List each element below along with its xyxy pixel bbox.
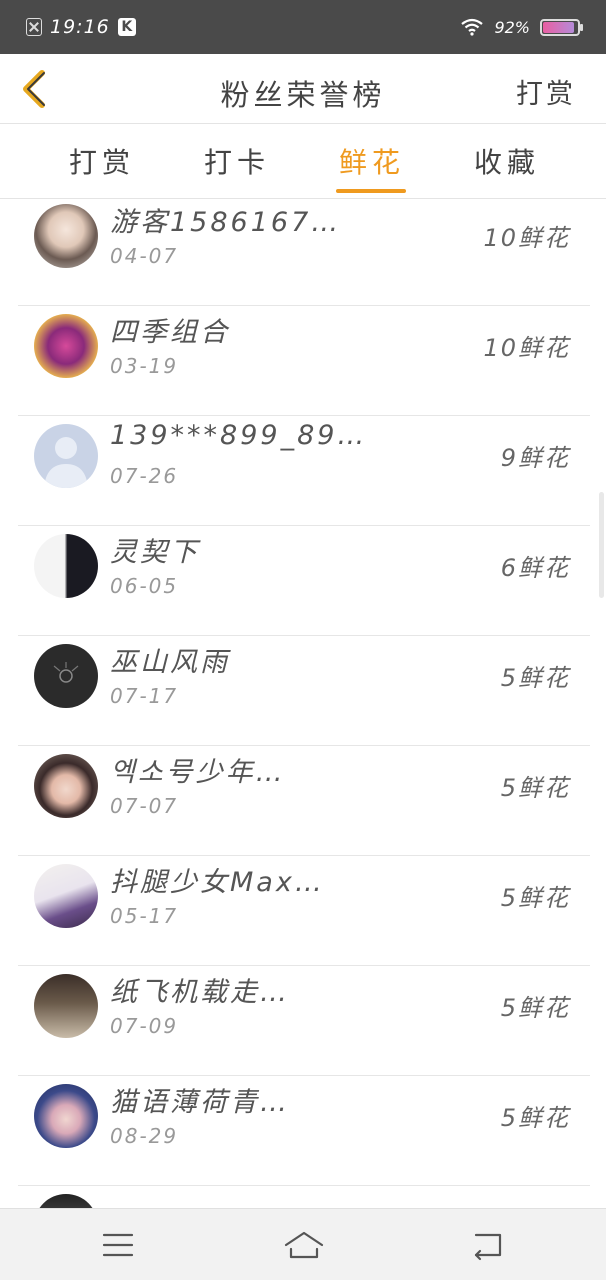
list-item[interactable]: 灵契下 06-05 6鲜花 xyxy=(18,526,590,636)
list-item[interactable]: 猫语薄荷青… 08-29 5鲜花 xyxy=(18,1076,590,1186)
tab-flowers[interactable]: 鲜花 xyxy=(322,141,422,181)
flower-count: 5鲜花 xyxy=(500,994,570,1022)
list-item[interactable]: 엑소号少年… 07-07 5鲜花 xyxy=(18,746,590,856)
flower-count: 5鲜花 xyxy=(500,1104,570,1132)
tab-checkin[interactable]: 打卡 xyxy=(187,141,287,181)
bulb-logo-icon xyxy=(53,662,79,683)
active-tab-indicator xyxy=(336,189,406,193)
avatar xyxy=(34,534,98,598)
fan-date: 05-17 xyxy=(110,904,179,928)
tab-reward[interactable]: 打赏 xyxy=(52,141,152,181)
tab-favorites[interactable]: 收藏 xyxy=(457,141,557,181)
avatar xyxy=(34,1194,98,1208)
status-time: 19:16 xyxy=(50,16,110,38)
menu-icon[interactable] xyxy=(98,1227,138,1263)
avatar xyxy=(34,754,98,818)
flower-count: 9鲜花 xyxy=(500,444,570,472)
avatar xyxy=(34,644,98,708)
tab-bar: 打赏 打卡 鲜花 收藏 xyxy=(0,125,606,199)
system-nav-bar xyxy=(0,1208,606,1280)
avatar xyxy=(34,314,98,378)
fan-date: 08-29 xyxy=(110,1124,179,1148)
list-item[interactable]: 四季组合 03-19 10鲜花 xyxy=(18,306,590,416)
scrollbar-thumb[interactable] xyxy=(599,492,604,598)
fan-list[interactable]: 游客1586167… 04-07 10鲜花 四季组合 03-19 10鲜花 13… xyxy=(0,200,606,1208)
k-app-icon: K xyxy=(117,18,136,36)
flower-count: 5鲜花 xyxy=(500,774,570,802)
fan-name: 抖腿少女Max… xyxy=(110,867,325,898)
reward-button[interactable]: 打赏 xyxy=(516,72,576,111)
battery-icon xyxy=(540,18,583,36)
fan-name: 엑소号少年… xyxy=(110,757,286,788)
fan-name: 纸飞机载走… xyxy=(110,977,290,1008)
flower-count: 10鲜花 xyxy=(483,224,570,252)
flower-count: 5鲜花 xyxy=(500,664,570,692)
fan-name: 猫语薄荷青… xyxy=(110,1087,290,1118)
fan-date: 07-07 xyxy=(110,794,179,818)
fan-date: 07-09 xyxy=(110,1014,179,1038)
battery-percent: 92% xyxy=(494,17,530,37)
fan-name: 139***899_89… xyxy=(110,420,368,451)
app-header: 粉丝荣誉榜 打赏 xyxy=(0,54,606,124)
notification-x-icon xyxy=(26,18,42,36)
default-user-icon xyxy=(44,437,88,488)
return-icon[interactable] xyxy=(468,1227,508,1263)
status-bar: 19:16 K 92% xyxy=(0,0,606,54)
fan-name: 游客1586167… xyxy=(110,207,342,238)
fan-date: 04-07 xyxy=(110,244,179,268)
flower-count: 10鲜花 xyxy=(483,334,570,362)
fan-date: 07-26 xyxy=(110,464,179,488)
avatar xyxy=(34,1084,98,1148)
avatar xyxy=(34,974,98,1038)
fan-name: 灵契下 xyxy=(110,537,200,568)
flower-count: 6鲜花 xyxy=(500,554,570,582)
list-item[interactable] xyxy=(18,1186,590,1208)
list-item[interactable]: 抖腿少女Max… 05-17 5鲜花 xyxy=(18,856,590,966)
avatar xyxy=(34,424,98,488)
fan-date: 07-17 xyxy=(110,684,179,708)
fan-date: 06-05 xyxy=(110,574,179,598)
flower-count: 5鲜花 xyxy=(500,884,570,912)
fan-name: 四季组合 xyxy=(110,317,230,348)
list-item[interactable]: 游客1586167… 04-07 10鲜花 xyxy=(18,200,590,306)
list-item[interactable]: 巫山风雨 07-17 5鲜花 xyxy=(18,636,590,746)
list-item[interactable]: 纸飞机载走… 07-09 5鲜花 xyxy=(18,966,590,1076)
fan-name: 巫山风雨 xyxy=(110,647,230,678)
home-icon[interactable] xyxy=(282,1227,326,1263)
avatar xyxy=(34,864,98,928)
avatar xyxy=(34,204,98,268)
fan-date: 03-19 xyxy=(110,354,179,378)
wifi-icon xyxy=(461,18,484,36)
list-item[interactable]: 139***899_89… 07-26 9鲜花 xyxy=(18,416,590,526)
